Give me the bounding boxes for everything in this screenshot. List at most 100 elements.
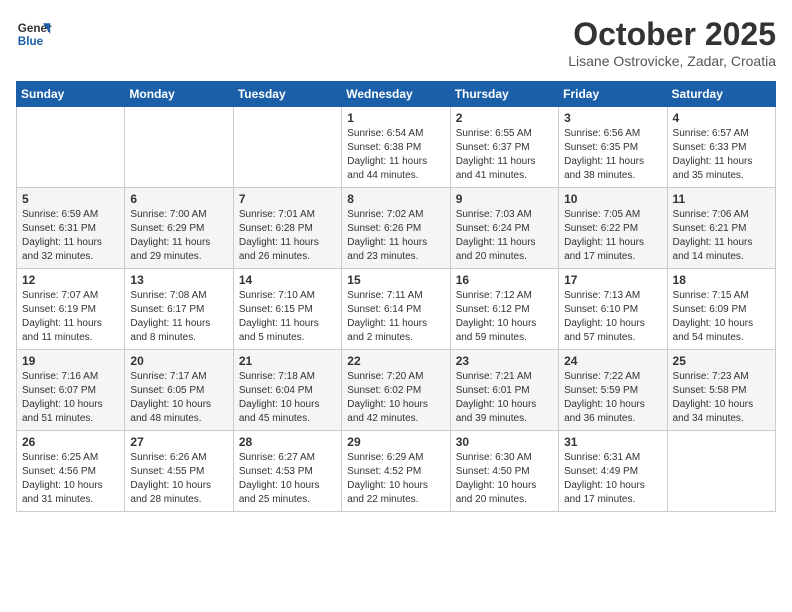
day-info: Sunrise: 7:07 AM Sunset: 6:19 PM Dayligh… [22, 289, 119, 345]
calendar-cell: 6Sunrise: 7:00 AM Sunset: 6:29 PM Daylig… [125, 188, 233, 269]
calendar-cell [233, 107, 341, 188]
day-number: 21 [239, 354, 336, 368]
calendar-week-row: 19Sunrise: 7:16 AM Sunset: 6:07 PM Dayli… [17, 350, 776, 431]
day-info: Sunrise: 7:20 AM Sunset: 6:02 PM Dayligh… [347, 370, 444, 426]
day-number: 31 [564, 435, 661, 449]
day-number: 5 [22, 192, 119, 206]
calendar-cell [667, 431, 775, 512]
day-info: Sunrise: 7:05 AM Sunset: 6:22 PM Dayligh… [564, 208, 661, 264]
calendar-cell: 10 Sunrise: 7:05 AM Sunset: 6:22 PM Dayli… [559, 188, 667, 269]
column-header-friday: Friday [559, 82, 667, 107]
column-header-thursday: Thursday [450, 82, 558, 107]
day-info: Sunrise: 7:01 AM Sunset: 6:28 PM Dayligh… [239, 208, 336, 264]
day-number: 12 [22, 273, 119, 287]
day-info: Sunrise: 6:25 AM Sunset: 4:56 PM Dayligh… [22, 451, 119, 507]
day-info: Sunrise: 7:03 AM Sunset: 6:24 PM Dayligh… [456, 208, 553, 264]
day-number: 26 [22, 435, 119, 449]
day-number: 11 [673, 192, 770, 206]
day-info: Sunrise: 6:56 AM Sunset: 6:35 PM Dayligh… [564, 127, 661, 183]
calendar-cell: 24 Sunrise: 7:22 AM Sunset: 5:59 PM Dayli… [559, 350, 667, 431]
calendar-cell: 1Sunrise: 6:54 AM Sunset: 6:38 PM Daylig… [342, 107, 450, 188]
day-number: 20 [130, 354, 227, 368]
calendar-cell: 18 Sunrise: 7:15 AM Sunset: 6:09 PM Dayli… [667, 269, 775, 350]
calendar-cell: 21 Sunrise: 7:18 AM Sunset: 6:04 PM Dayli… [233, 350, 341, 431]
calendar-cell: 2 Sunrise: 6:55 AM Sunset: 6:37 PM Daylig… [450, 107, 558, 188]
calendar-cell: 5 Sunrise: 6:59 AM Sunset: 6:31 PM Daylig… [17, 188, 125, 269]
logo: General Blue [16, 16, 52, 52]
month-title: October 2025 [568, 16, 776, 53]
day-number: 7 [239, 192, 336, 206]
day-number: 23 [456, 354, 553, 368]
day-info: Sunrise: 7:11 AM Sunset: 6:14 PM Dayligh… [347, 289, 444, 345]
day-number: 10 [564, 192, 661, 206]
calendar-cell: 16 Sunrise: 7:12 AM Sunset: 6:12 PM Dayli… [450, 269, 558, 350]
calendar-week-row: 1Sunrise: 6:54 AM Sunset: 6:38 PM Daylig… [17, 107, 776, 188]
day-info: Sunrise: 7:12 AM Sunset: 6:12 PM Dayligh… [456, 289, 553, 345]
calendar-cell: 14Sunrise: 7:10 AM Sunset: 6:15 PM Dayli… [233, 269, 341, 350]
calendar-cell: 25Sunrise: 7:23 AM Sunset: 5:58 PM Dayli… [667, 350, 775, 431]
day-info: Sunrise: 6:57 AM Sunset: 6:33 PM Dayligh… [673, 127, 770, 183]
day-info: Sunrise: 6:27 AM Sunset: 4:53 PM Dayligh… [239, 451, 336, 507]
day-info: Sunrise: 7:02 AM Sunset: 6:26 PM Dayligh… [347, 208, 444, 264]
calendar-week-row: 26 Sunrise: 6:25 AM Sunset: 4:56 PM Dayli… [17, 431, 776, 512]
title-area: October 2025 Lisane Ostrovicke, Zadar, C… [568, 16, 776, 69]
column-header-monday: Monday [125, 82, 233, 107]
day-info: Sunrise: 7:22 AM Sunset: 5:59 PM Dayligh… [564, 370, 661, 426]
calendar-cell: 23 Sunrise: 7:21 AM Sunset: 6:01 PM Dayli… [450, 350, 558, 431]
calendar-cell: 4 Sunrise: 6:57 AM Sunset: 6:33 PM Daylig… [667, 107, 775, 188]
day-info: Sunrise: 6:29 AM Sunset: 4:52 PM Dayligh… [347, 451, 444, 507]
day-info: Sunrise: 7:18 AM Sunset: 6:04 PM Dayligh… [239, 370, 336, 426]
day-number: 15 [347, 273, 444, 287]
column-header-tuesday: Tuesday [233, 82, 341, 107]
day-info: Sunrise: 6:54 AM Sunset: 6:38 PM Dayligh… [347, 127, 444, 183]
day-info: Sunrise: 7:13 AM Sunset: 6:10 PM Dayligh… [564, 289, 661, 345]
calendar-cell: 17 Sunrise: 7:13 AM Sunset: 6:10 PM Dayli… [559, 269, 667, 350]
day-info: Sunrise: 6:55 AM Sunset: 6:37 PM Dayligh… [456, 127, 553, 183]
calendar-cell: 11Sunrise: 7:06 AM Sunset: 6:21 PM Dayli… [667, 188, 775, 269]
day-number: 17 [564, 273, 661, 287]
column-header-saturday: Saturday [667, 82, 775, 107]
calendar-week-row: 12 Sunrise: 7:07 AM Sunset: 6:19 PM Dayli… [17, 269, 776, 350]
logo-icon: General Blue [16, 16, 52, 52]
calendar-cell: 29 Sunrise: 6:29 AM Sunset: 4:52 PM Dayli… [342, 431, 450, 512]
calendar-cell: 8 Sunrise: 7:02 AM Sunset: 6:26 PM Daylig… [342, 188, 450, 269]
day-number: 18 [673, 273, 770, 287]
day-info: Sunrise: 6:31 AM Sunset: 4:49 PM Dayligh… [564, 451, 661, 507]
header: General Blue October 2025 Lisane Ostrovi… [16, 16, 776, 69]
calendar-cell: 9 Sunrise: 7:03 AM Sunset: 6:24 PM Daylig… [450, 188, 558, 269]
day-number: 16 [456, 273, 553, 287]
day-info: Sunrise: 7:15 AM Sunset: 6:09 PM Dayligh… [673, 289, 770, 345]
calendar-cell: 30Sunrise: 6:30 AM Sunset: 4:50 PM Dayli… [450, 431, 558, 512]
day-info: Sunrise: 6:59 AM Sunset: 6:31 PM Dayligh… [22, 208, 119, 264]
day-number: 29 [347, 435, 444, 449]
day-number: 27 [130, 435, 227, 449]
calendar-cell: 28 Sunrise: 6:27 AM Sunset: 4:53 PM Dayli… [233, 431, 341, 512]
day-info: Sunrise: 6:30 AM Sunset: 4:50 PM Dayligh… [456, 451, 553, 507]
day-info: Sunrise: 6:26 AM Sunset: 4:55 PM Dayligh… [130, 451, 227, 507]
day-number: 4 [673, 111, 770, 125]
calendar-cell: 22Sunrise: 7:20 AM Sunset: 6:02 PM Dayli… [342, 350, 450, 431]
day-info: Sunrise: 7:08 AM Sunset: 6:17 PM Dayligh… [130, 289, 227, 345]
calendar-week-row: 5 Sunrise: 6:59 AM Sunset: 6:31 PM Daylig… [17, 188, 776, 269]
day-info: Sunrise: 7:17 AM Sunset: 6:05 PM Dayligh… [130, 370, 227, 426]
calendar-cell: 12 Sunrise: 7:07 AM Sunset: 6:19 PM Dayli… [17, 269, 125, 350]
day-info: Sunrise: 7:21 AM Sunset: 6:01 PM Dayligh… [456, 370, 553, 426]
calendar-cell: 27 Sunrise: 6:26 AM Sunset: 4:55 PM Dayli… [125, 431, 233, 512]
calendar-table: SundayMondayTuesdayWednesdayThursdayFrid… [16, 81, 776, 512]
day-number: 8 [347, 192, 444, 206]
day-info: Sunrise: 7:10 AM Sunset: 6:15 PM Dayligh… [239, 289, 336, 345]
column-header-wednesday: Wednesday [342, 82, 450, 107]
day-number: 9 [456, 192, 553, 206]
calendar-cell: 3 Sunrise: 6:56 AM Sunset: 6:35 PM Daylig… [559, 107, 667, 188]
day-number: 3 [564, 111, 661, 125]
day-number: 2 [456, 111, 553, 125]
calendar-cell: 7 Sunrise: 7:01 AM Sunset: 6:28 PM Daylig… [233, 188, 341, 269]
day-number: 19 [22, 354, 119, 368]
location-subtitle: Lisane Ostrovicke, Zadar, Croatia [568, 53, 776, 69]
day-number: 28 [239, 435, 336, 449]
day-number: 24 [564, 354, 661, 368]
calendar-header-row: SundayMondayTuesdayWednesdayThursdayFrid… [17, 82, 776, 107]
calendar-cell: 26 Sunrise: 6:25 AM Sunset: 4:56 PM Dayli… [17, 431, 125, 512]
day-number: 25 [673, 354, 770, 368]
day-number: 6 [130, 192, 227, 206]
